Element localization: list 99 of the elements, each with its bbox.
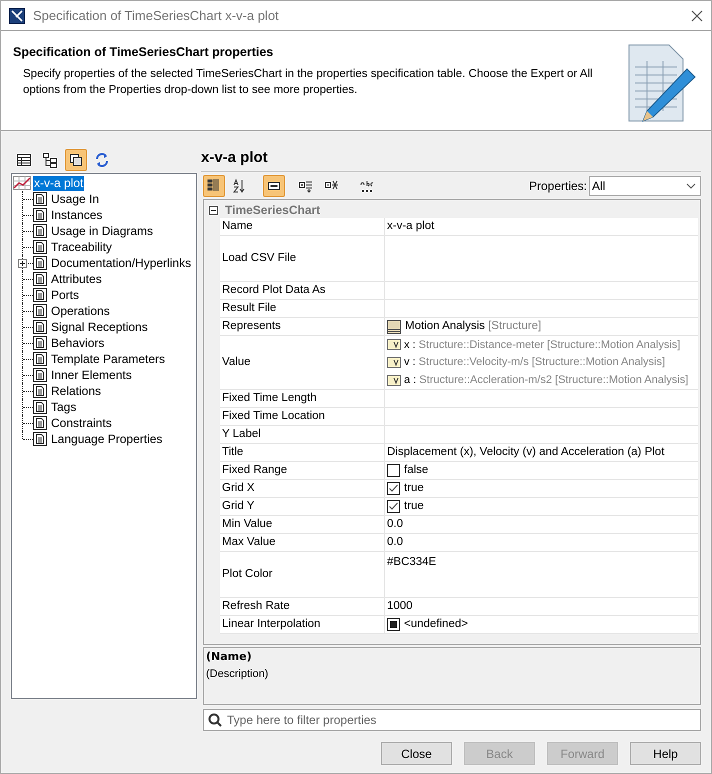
tree-item[interactable]: Documentation/Hyperlinks (50, 254, 192, 272)
tree-item[interactable]: Signal Receptions (50, 318, 149, 336)
categorized-view-button[interactable] (203, 174, 225, 196)
table-icon (16, 152, 32, 168)
document-icon (33, 192, 47, 206)
search-icon (208, 713, 222, 727)
tree-item[interactable]: x-v-a plot (33, 176, 84, 190)
document-icon (33, 256, 47, 270)
refresh-icon (94, 152, 110, 168)
property-value: false (404, 462, 428, 478)
tree-item[interactable]: Behaviors (50, 334, 106, 352)
document-icon (33, 208, 47, 222)
description-name: (Name) (206, 649, 253, 665)
checkbox[interactable] (387, 464, 400, 477)
property-value[interactable]: 1000 (387, 598, 698, 616)
property-value[interactable]: 0.0 (387, 534, 698, 552)
dialog-button[interactable]: Help (630, 742, 701, 765)
property-name: Grid X (220, 480, 385, 497)
header-title: Specification of TimeSeriesChart properties (13, 44, 274, 61)
document-icon (33, 432, 47, 446)
property-name: Name (220, 218, 385, 235)
collapse-icon[interactable] (209, 206, 218, 214)
property-name: Plot Color (220, 552, 385, 597)
property-value[interactable]: x-v-a plot (387, 218, 698, 236)
property-name: Value (220, 336, 385, 389)
property-value[interactable]: #BC334E (387, 554, 698, 572)
expand-icon[interactable] (18, 259, 27, 268)
property-name: Grid Y (220, 498, 385, 515)
document-icon (33, 384, 47, 398)
dialog-button[interactable]: Close (381, 742, 452, 765)
property-name: Title (220, 444, 385, 461)
property-name: Load CSV File (220, 236, 385, 281)
property-name: Record Plot Data As (220, 282, 385, 299)
checkbox[interactable] (387, 482, 400, 495)
tree-item[interactable]: Ports (50, 286, 80, 304)
checkbox[interactable] (387, 500, 400, 513)
property-value: <undefined> (404, 616, 468, 632)
categorized-view-icon (206, 178, 222, 194)
checkbox[interactable] (387, 618, 400, 631)
tree-item[interactable]: Operations (50, 302, 111, 320)
property-value[interactable]: v : Structure::Velocity-m/s [Structure::Motion Analysis] (404, 354, 666, 371)
property-value[interactable]: 0.0 (387, 516, 698, 534)
copy-icon (68, 152, 84, 168)
tree-item[interactable]: Tags (50, 398, 78, 416)
property-value[interactable]: Displacement (x), Velocity (v) and Acceleration (a) Plot (387, 444, 698, 462)
app-icon (9, 8, 25, 24)
panel-title: x-v-a plot (201, 147, 701, 172)
properties-label: Properties: (528, 178, 587, 194)
document-icon (33, 368, 47, 382)
properties-dropdown[interactable]: All (589, 176, 701, 196)
filter-field[interactable]: Type here to filter properties (203, 709, 701, 731)
property-name: Refresh Rate (220, 598, 385, 615)
property-value[interactable]: x : Structure::Distance-meter [Structure::Motion Analysis] (404, 336, 680, 354)
property-name: Fixed Time Length (220, 390, 385, 407)
property-value[interactable]: Motion Analysis [Structure] (405, 318, 542, 336)
document-icon (33, 336, 47, 350)
document-icon (33, 304, 47, 318)
structure-icon (387, 320, 401, 334)
header-description: Specify properties of the selected TimeSeriesChart in the properties specification table. Choose the Expert or All options from the Properties drop-down list to see more properties. (22, 66, 594, 98)
tree-item[interactable]: Usage in Diagrams (50, 222, 154, 240)
property-name: Represents (220, 318, 385, 335)
tree-item[interactable]: Traceability (50, 238, 113, 256)
chevron-down-icon (686, 182, 696, 188)
description-toggle-button[interactable] (263, 174, 285, 196)
close-icon[interactable] (691, 10, 703, 22)
document-icon (33, 352, 47, 366)
tree-item[interactable]: Attributes (50, 270, 103, 288)
tree-item[interactable]: Usage In (50, 190, 100, 208)
property-name: Max Value (220, 534, 385, 551)
property-value: true (404, 480, 424, 496)
document-icon (33, 224, 47, 238)
property-name: Y Label (220, 426, 385, 443)
property-value: true (404, 498, 424, 514)
description-text: (Description) (206, 666, 270, 682)
document-icon (33, 240, 47, 254)
variable-icon (387, 357, 401, 368)
document-icon (33, 320, 47, 334)
document-icon (33, 288, 47, 302)
property-name: Fixed Time Location (220, 408, 385, 425)
group-header: TimeSeriesChart (225, 202, 320, 219)
variable-icon (387, 374, 401, 386)
document-icon (33, 400, 47, 414)
variable-icon (387, 339, 401, 350)
tree-item[interactable]: Language Properties (50, 430, 164, 448)
property-name: Min Value (220, 516, 385, 533)
document-icon (33, 272, 47, 286)
copy-button[interactable] (65, 149, 87, 171)
tree-structure-icon (42, 152, 58, 168)
property-name: Fixed Range (220, 462, 385, 479)
property-name: Linear Interpolation (220, 616, 385, 633)
property-value[interactable]: a : Structure::Accleration-m/s2 [Structure::Motion Analysis] (404, 372, 688, 388)
tree-item[interactable]: Relations (50, 382, 102, 400)
document-icon (33, 416, 47, 430)
tree-item[interactable]: Instances (50, 206, 104, 224)
tree-item[interactable]: Constraints (50, 414, 113, 432)
tree-item[interactable]: Template Parameters (50, 350, 166, 368)
property-name: Result File (220, 300, 385, 317)
tree-item[interactable]: Inner Elements (50, 366, 133, 384)
window-title: Specification of TimeSeriesChart x-v-a plot (33, 6, 279, 25)
